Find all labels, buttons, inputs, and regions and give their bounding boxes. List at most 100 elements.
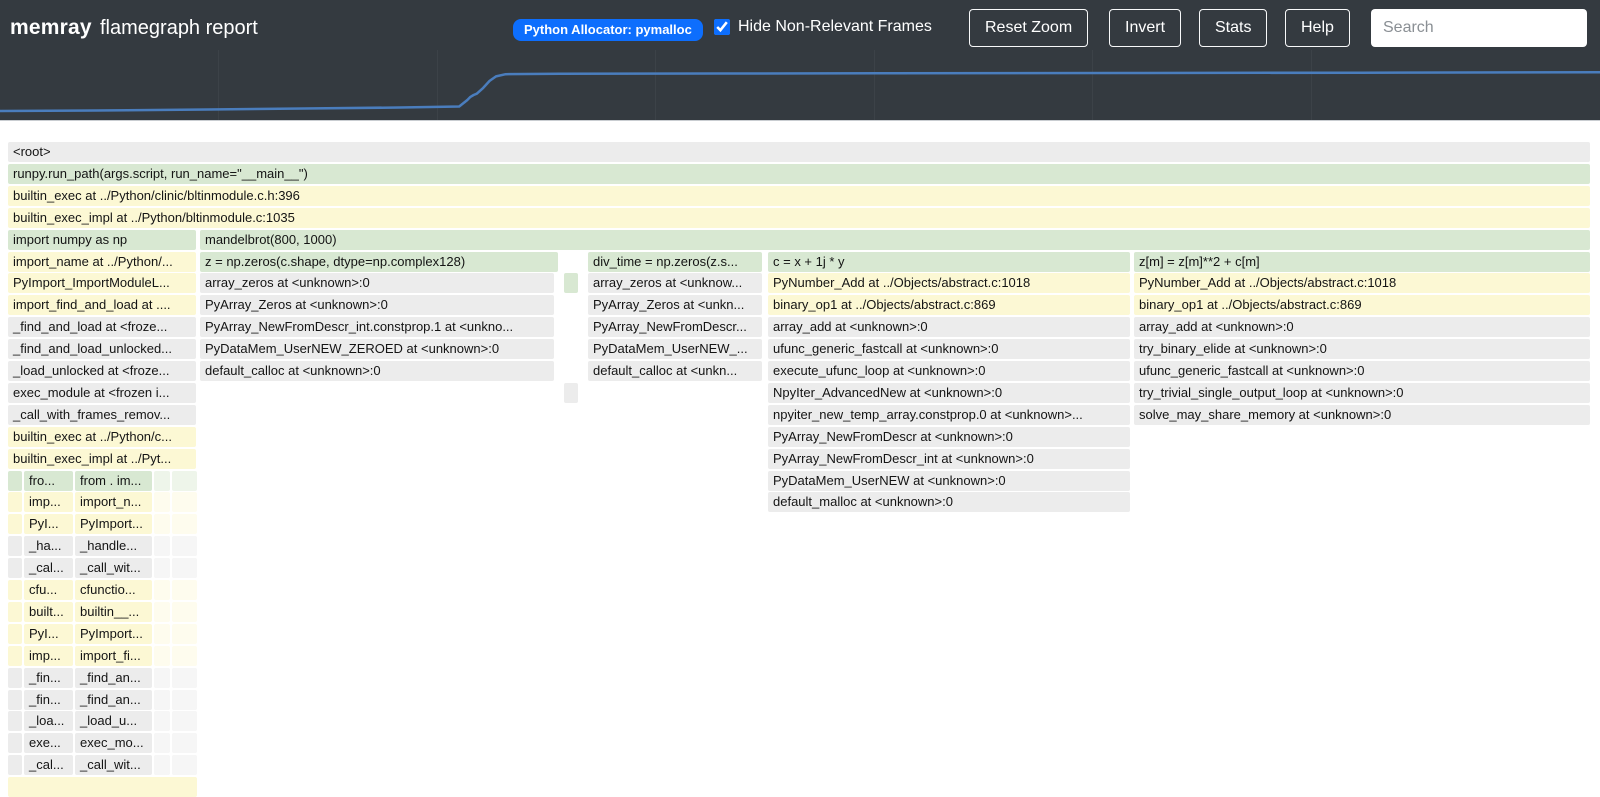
- flame-frame-sliver[interactable]: [154, 690, 170, 710]
- flame-frame[interactable]: PyImport_ImportModuleL...: [8, 273, 196, 293]
- flame-frame[interactable]: try_binary_elide at <unknown>:0: [1134, 339, 1590, 359]
- flame-frame-sliver[interactable]: [8, 690, 22, 710]
- flame-frame[interactable]: _ha...: [24, 536, 73, 556]
- flame-frame[interactable]: _load_u...: [75, 711, 152, 731]
- flame-frame[interactable]: _loa...: [24, 711, 73, 731]
- flame-frame[interactable]: try_trivial_single_output_loop at <unkno…: [1134, 383, 1590, 403]
- flame-frame-sliver[interactable]: [154, 711, 170, 731]
- flame-frame[interactable]: array_zeros at <unknow...: [588, 273, 762, 293]
- flame-frame[interactable]: _handle...: [75, 536, 152, 556]
- flame-frame[interactable]: builtin__...: [75, 602, 152, 622]
- flame-frame-sliver[interactable]: [172, 711, 197, 731]
- flame-frame[interactable]: PyDataMem_UserNEW_ZEROED at <unknown>:0: [200, 339, 554, 359]
- flame-frame-sliver[interactable]: [8, 668, 22, 688]
- flame-frame[interactable]: builtin_exec_impl at ../Pyt...: [8, 449, 196, 469]
- flame-frame[interactable]: PyArray_NewFromDescr_int at <unknown>:0: [768, 449, 1130, 469]
- flame-frame-sliver[interactable]: [172, 580, 197, 600]
- flame-frame[interactable]: ufunc_generic_fastcall at <unknown>:0: [1134, 361, 1590, 381]
- flame-frame[interactable]: _call_with_frames_remov...: [8, 405, 196, 425]
- flame-frame[interactable]: _find_and_load_unlocked...: [8, 339, 196, 359]
- flame-frame[interactable]: _cal...: [24, 755, 73, 775]
- flame-frame[interactable]: _load_unlocked at <froze...: [8, 361, 196, 381]
- flame-frame-sliver[interactable]: [172, 536, 197, 556]
- flame-frame[interactable]: PyI...: [24, 624, 73, 644]
- flame-frame[interactable]: PyImport...: [75, 624, 152, 644]
- flame-frame-sliver[interactable]: [172, 471, 197, 491]
- flame-frame[interactable]: _fin...: [24, 690, 73, 710]
- flame-frame[interactable]: PyDataMem_UserNEW at <unknown>:0: [768, 471, 1130, 491]
- flame-frame-sliver[interactable]: [154, 514, 170, 534]
- flame-frame[interactable]: NpyIter_AdvancedNew at <unknown>:0: [768, 383, 1130, 403]
- flame-frame[interactable]: PyArray_Zeros at <unknown>:0: [200, 295, 554, 315]
- flame-frame-sliver[interactable]: [8, 536, 22, 556]
- flame-frame-sliver[interactable]: [172, 624, 197, 644]
- flame-frame-sliver[interactable]: [8, 580, 22, 600]
- flame-frame[interactable]: _fin...: [24, 668, 73, 688]
- flame-frame-sliver[interactable]: [8, 492, 22, 512]
- flame-frame[interactable]: import_find_and_load at ....: [8, 295, 196, 315]
- flame-frame-sliver[interactable]: [564, 383, 578, 403]
- flame-frame[interactable]: PyImport...: [75, 514, 152, 534]
- flame-frame[interactable]: array_add at <unknown>:0: [768, 317, 1130, 337]
- flame-frame[interactable]: binary_op1 at ../Objects/abstract.c:869: [1134, 295, 1590, 315]
- flame-frame[interactable]: mandelbrot(800, 1000): [200, 230, 1590, 250]
- flame-frame-sliver[interactable]: [8, 733, 22, 753]
- flame-frame-sliver[interactable]: [172, 602, 197, 622]
- flame-frame-sliver[interactable]: [154, 580, 170, 600]
- flame-frame-sliver[interactable]: [172, 558, 197, 578]
- flame-frame-sliver[interactable]: [8, 624, 22, 644]
- flame-frame[interactable]: _find_an...: [75, 690, 152, 710]
- flame-frame-sliver[interactable]: [8, 755, 22, 775]
- flame-frame[interactable]: <root>: [8, 142, 1590, 162]
- flame-frame-sliver[interactable]: [154, 558, 170, 578]
- flame-frame[interactable]: _cal...: [24, 558, 73, 578]
- flame-frame[interactable]: default_malloc at <unknown>:0: [768, 492, 1130, 512]
- flame-frame[interactable]: PyI...: [24, 514, 73, 534]
- flame-frame-sliver[interactable]: [172, 646, 197, 666]
- flame-frame[interactable]: exec_module at <frozen i...: [8, 383, 196, 403]
- flame-frame-sliver[interactable]: [8, 471, 22, 491]
- flame-frame[interactable]: array_zeros at <unknown>:0: [200, 273, 554, 293]
- flame-frame[interactable]: array_add at <unknown>:0: [1134, 317, 1590, 337]
- flame-frame-sliver[interactable]: [172, 668, 197, 688]
- flame-frame[interactable]: _find_an...: [75, 668, 152, 688]
- flame-frame[interactable]: c = x + 1j * y: [768, 252, 1130, 272]
- flame-frame[interactable]: binary_op1 at ../Objects/abstract.c:869: [768, 295, 1130, 315]
- flame-frame[interactable]: solve_may_share_memory at <unknown>:0: [1134, 405, 1590, 425]
- flame-frame[interactable]: import_fi...: [75, 646, 152, 666]
- flame-frame-sliver[interactable]: [154, 492, 170, 512]
- flame-frame[interactable]: PyNumber_Add at ../Objects/abstract.c:10…: [1134, 273, 1590, 293]
- flame-frame[interactable]: cfunctio...: [75, 580, 152, 600]
- flame-frame[interactable]: builtin_exec at ../Python/c...: [8, 427, 196, 447]
- flame-frame[interactable]: z[m] = z[m]**2 + c[m]: [1134, 252, 1590, 272]
- flame-frame[interactable]: cfu...: [24, 580, 73, 600]
- flame-frame[interactable]: built...: [24, 602, 73, 622]
- flame-frame-sliver[interactable]: [154, 646, 170, 666]
- flame-frame-sliver[interactable]: [154, 624, 170, 644]
- flame-frame[interactable]: default_calloc at <unknown>:0: [200, 361, 554, 381]
- flame-frame-sliver[interactable]: [154, 755, 170, 775]
- flame-frame[interactable]: default_calloc at <unkn...: [588, 361, 762, 381]
- flame-frame-sliver[interactable]: [154, 602, 170, 622]
- flame-frame[interactable]: PyArray_Zeros at <unkn...: [588, 295, 762, 315]
- flame-frame[interactable]: exe...: [24, 733, 73, 753]
- flame-frame[interactable]: _call_wit...: [75, 755, 152, 775]
- flame-frame[interactable]: execute_ufunc_loop at <unknown>:0: [768, 361, 1130, 381]
- flame-frame-sliver[interactable]: [8, 514, 22, 534]
- flame-frame-sliver[interactable]: [8, 646, 22, 666]
- flame-frame[interactable]: builtin_exec_impl at ../Python/bltinmodu…: [8, 208, 1590, 228]
- flame-frame-sliver[interactable]: [154, 471, 170, 491]
- flame-frame-sliver[interactable]: [564, 273, 578, 293]
- flame-frame[interactable]: exec_mo...: [75, 733, 152, 753]
- flame-frame[interactable]: imp...: [24, 492, 73, 512]
- flame-frame-sliver[interactable]: [8, 558, 22, 578]
- flame-frame[interactable]: runpy.run_path(args.script, run_name="__…: [8, 164, 1590, 184]
- flame-frame[interactable]: fro...: [24, 471, 73, 491]
- flame-frame-sliver[interactable]: [8, 602, 22, 622]
- flame-frame-sliver[interactable]: [154, 536, 170, 556]
- flame-frame-sliver[interactable]: [154, 733, 170, 753]
- flame-frame-sliver[interactable]: [172, 755, 197, 775]
- flame-frame-sliver[interactable]: [154, 668, 170, 688]
- flame-frame[interactable]: PyArray_NewFromDescr...: [588, 317, 762, 337]
- flame-frame[interactable]: builtin_exec at ../Python/clinic/bltinmo…: [8, 186, 1590, 206]
